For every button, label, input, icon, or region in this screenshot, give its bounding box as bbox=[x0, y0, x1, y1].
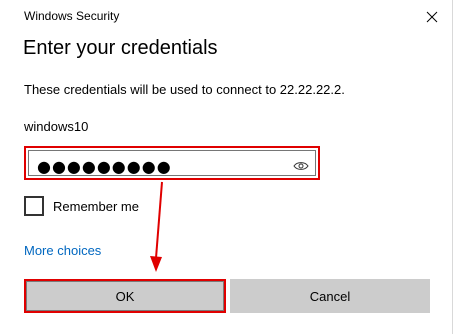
connection-message: These credentials will be used to connec… bbox=[24, 82, 345, 97]
cancel-button[interactable]: Cancel bbox=[230, 279, 430, 313]
password-value: ●●●●●●●●● bbox=[37, 157, 172, 176]
password-input[interactable]: ●●●●●●●●● bbox=[28, 150, 316, 176]
annotation-arrow-line bbox=[155, 181, 163, 259]
username-label: windows10 bbox=[24, 119, 89, 134]
remember-me-checkbox[interactable] bbox=[24, 196, 44, 216]
more-choices-link[interactable]: More choices bbox=[24, 243, 101, 258]
remember-me-option[interactable]: Remember me bbox=[24, 196, 139, 216]
close-button[interactable] bbox=[421, 6, 443, 28]
eye-icon[interactable] bbox=[293, 160, 309, 172]
ok-button[interactable]: OK bbox=[24, 279, 226, 313]
annotation-arrow-head bbox=[150, 256, 162, 272]
dialog-heading: Enter your credentials bbox=[23, 37, 218, 59]
password-field-highlight: ●●●●●●●●● bbox=[24, 146, 320, 180]
window-title: Windows Security bbox=[24, 9, 120, 23]
credentials-dialog: Windows Security Enter your credentials … bbox=[0, 0, 453, 334]
title-bar: Windows Security bbox=[0, 0, 453, 32]
remember-me-label: Remember me bbox=[53, 198, 139, 214]
close-icon bbox=[426, 11, 438, 23]
